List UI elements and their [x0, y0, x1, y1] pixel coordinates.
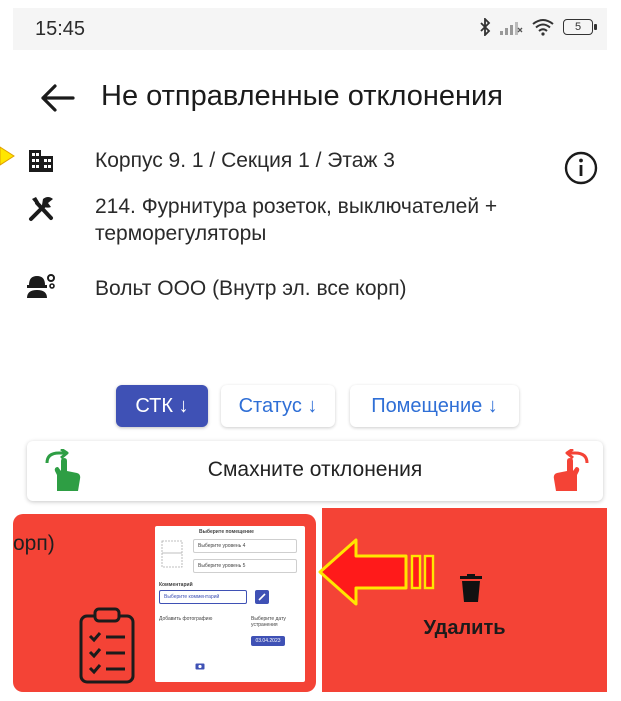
status-icons: 5 [479, 18, 597, 36]
location-row: Корпус 9. 1 / Секция 1 / Этаж 3 [13, 144, 607, 185]
filter-chips: СТК ↓ Статус ↓ Помещение ↓ [13, 385, 607, 429]
battery-icon: 5 [563, 19, 597, 35]
deviation-card[interactable]: орп) Выберите помещение Выберите уровень… [13, 514, 316, 692]
trash-icon [460, 574, 482, 602]
bluetooth-icon [480, 18, 491, 36]
camera-icon [195, 663, 205, 670]
swipe-hint-text: Смахните отклонения [207, 458, 423, 481]
preview-due-date-title: Выберите дату устранения [251, 616, 286, 628]
arrow-left-icon [41, 84, 75, 112]
info-button[interactable] [563, 150, 599, 186]
preview-level4-select: Выберите уровень 4 [193, 539, 297, 553]
annotation-arrow-big-icon [318, 538, 435, 606]
delete-label: Удалить [423, 617, 506, 639]
building-icon [21, 144, 61, 176]
filter-chip-room[interactable]: Помещение ↓ [350, 385, 519, 427]
annotation-arrow-small-icon [0, 146, 15, 166]
page-title: Не отправленные отклонения [101, 80, 503, 112]
preview-room-title: Выберите помещение [199, 529, 254, 535]
preview-add-photo: Добавить фотографию [159, 616, 213, 622]
swipe-left-gesture-icon [553, 449, 589, 491]
status-time: 15:45 [35, 18, 86, 40]
preview-comment-input: Выберите комментарий [159, 590, 247, 604]
status-bar: 15:45 5 [13, 8, 607, 50]
work-text: 214. Фурнитура розеток, выключателей + т… [95, 195, 498, 245]
preview-due-date-button: 03.04.2023 [251, 636, 285, 646]
info-icon [564, 151, 598, 185]
pencil-icon [258, 593, 266, 601]
tools-icon [21, 192, 61, 224]
wifi-icon [532, 19, 554, 36]
location-text: Корпус 9. 1 / Секция 1 / Этаж 3 [95, 149, 395, 172]
signal-icon [500, 22, 523, 35]
form-preview-thumbnail: Выберите помещение Выберите уровень 4 Вы… [155, 526, 305, 682]
card-partial-text: орп) [13, 532, 55, 555]
work-row: 214. Фурнитура розеток, выключателей + т… [13, 190, 607, 250]
battery-level: 5 [574, 20, 582, 33]
filter-chip-stk[interactable]: СТК ↓ [116, 385, 208, 427]
app-header: Не отправленные отклонения [13, 68, 607, 128]
filter-chip-status[interactable]: Статус ↓ [221, 385, 335, 427]
back-button[interactable] [35, 78, 79, 118]
preview-comment-title: Комментарий [159, 582, 193, 588]
swipe-hint-bar: Смахните отклонения [27, 441, 603, 501]
phone-screen: 15:45 5 Не отправленные отклонения Корпу… [13, 8, 607, 698]
preview-level5-select: Выберите уровень 5 [193, 559, 297, 573]
clipboard-checklist-icon [79, 607, 135, 684]
contractor-row: Вольт ООО (Внутр эл. все корп) [13, 270, 607, 306]
preview-edit-button [255, 590, 269, 604]
floor-plan-icon [161, 540, 183, 568]
contractor-text: Вольт ООО (Внутр эл. все корп) [95, 277, 407, 300]
worker-icon [21, 270, 61, 302]
